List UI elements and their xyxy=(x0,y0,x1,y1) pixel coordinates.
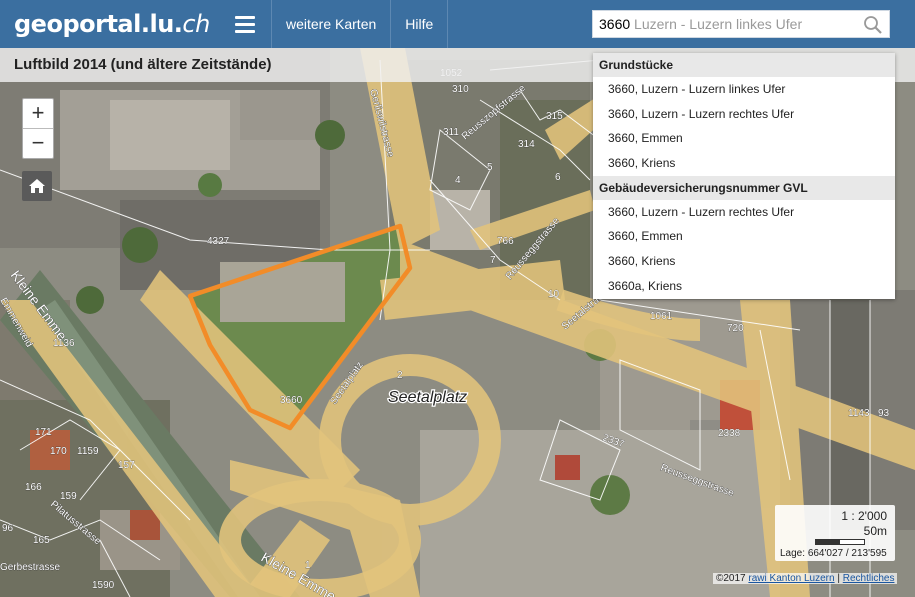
scale-bar xyxy=(815,539,865,545)
home-icon xyxy=(29,179,45,193)
parcel-label: 96 xyxy=(2,523,14,534)
home-button[interactable] xyxy=(22,171,52,201)
parcel-label: 315 xyxy=(546,111,563,122)
map-layer-title: Luftbild 2014 (und ältere Zeitstände) xyxy=(14,56,272,73)
search-result-item[interactable]: 3660, Kriens xyxy=(593,249,895,274)
street-label-gerbestrasse: Gerbestrasse xyxy=(0,562,60,573)
menu-icon[interactable] xyxy=(219,0,271,48)
parcel-label: 1061 xyxy=(650,311,673,322)
search-icon[interactable] xyxy=(863,15,883,35)
nav-link-hilfe[interactable]: Hilfe xyxy=(390,0,449,48)
search-autocomplete-hint: Luzern - Luzern linkes Ufer xyxy=(630,16,803,32)
scale-ratio: 1 : 2'000 xyxy=(841,509,887,523)
search-result-item[interactable]: 3660, Emmen xyxy=(593,224,895,249)
scale-box: 1 : 2'000 50m Lage: 664'027 / 213'595 xyxy=(775,505,895,561)
copyright-separator: | xyxy=(837,573,840,584)
zoom-in-button[interactable]: + xyxy=(23,99,53,129)
parcel-label: 1590 xyxy=(92,580,115,591)
source-link[interactable]: rawi Kanton Luzern xyxy=(748,573,834,584)
result-group-header: Gebäudeversicherungsnummer GVL xyxy=(593,175,895,200)
search-input[interactable]: 3660 Luzern - Luzern linkes Ufer xyxy=(592,10,890,38)
search-result-item[interactable]: 3660, Kriens xyxy=(593,151,895,176)
site-logo[interactable]: geoportal.lu.ch xyxy=(0,0,219,48)
parcel-label: 170 xyxy=(50,446,67,457)
nav-link-weitere-karten[interactable]: weitere Karten xyxy=(271,0,390,48)
scale-distance: 50m xyxy=(863,524,887,538)
parcel-label: 171 xyxy=(35,427,52,438)
parcel-label: 310 xyxy=(452,84,469,95)
result-group-header: Grundstücke xyxy=(593,53,895,77)
legal-link[interactable]: Rechtliches xyxy=(843,573,895,584)
parcel-label: 7 xyxy=(490,255,496,266)
parcel-label: 720 xyxy=(727,323,744,334)
parcel-label: 165 xyxy=(33,535,50,546)
parcel-label: 1159 xyxy=(77,446,99,457)
parcel-label: 6 xyxy=(555,172,561,183)
place-label-seetalplatz: Seetalplatz xyxy=(388,389,467,406)
search-results-dropdown: Grundstücke 3660, Luzern - Luzern linkes… xyxy=(593,53,895,299)
parcel-label: 311 xyxy=(443,127,459,138)
zoom-out-button[interactable]: − xyxy=(23,129,53,158)
parcel-label: 166 xyxy=(25,482,42,493)
parcel-label: 1 xyxy=(305,560,311,571)
parcel-label: 157 xyxy=(118,460,135,471)
search-result-item[interactable]: 3660, Luzern - Luzern rechtes Ufer xyxy=(593,200,895,225)
search-result-item[interactable]: 3660a, Kriens xyxy=(593,274,895,299)
parcel-label: 5 xyxy=(487,162,493,173)
zoom-control: + − xyxy=(22,98,54,159)
parcel-label: 766 xyxy=(497,236,514,247)
search-result-item[interactable]: 3660, Emmen xyxy=(593,126,895,151)
parcel-label: 2 xyxy=(397,370,403,381)
parcel-label: 1136 xyxy=(53,338,75,349)
parcel-label: 93 xyxy=(878,408,890,419)
search-input-value: 3660 xyxy=(599,16,631,32)
parcel-label: 314 xyxy=(518,139,535,150)
parcel-label: 3660 xyxy=(280,395,303,406)
copyright-year: ©2017 xyxy=(716,573,746,584)
parcel-label: 4327 xyxy=(207,236,230,247)
search-result-item[interactable]: 3660, Luzern - Luzern linkes Ufer xyxy=(593,77,895,102)
parcel-label: 2338 xyxy=(718,428,741,439)
parcel-label: 1143 xyxy=(848,408,870,419)
parcel-label: 4 xyxy=(455,175,461,186)
search-result-item[interactable]: 3660, Luzern - Luzern rechtes Ufer xyxy=(593,102,895,127)
copyright-bar: ©2017 rawi Kanton Luzern | Rechtliches xyxy=(713,573,898,584)
parcel-label: 10 xyxy=(548,289,560,300)
coordinates-readout: Lage: 664'027 / 213'595 xyxy=(780,548,887,559)
parcel-label: 159 xyxy=(60,491,77,502)
